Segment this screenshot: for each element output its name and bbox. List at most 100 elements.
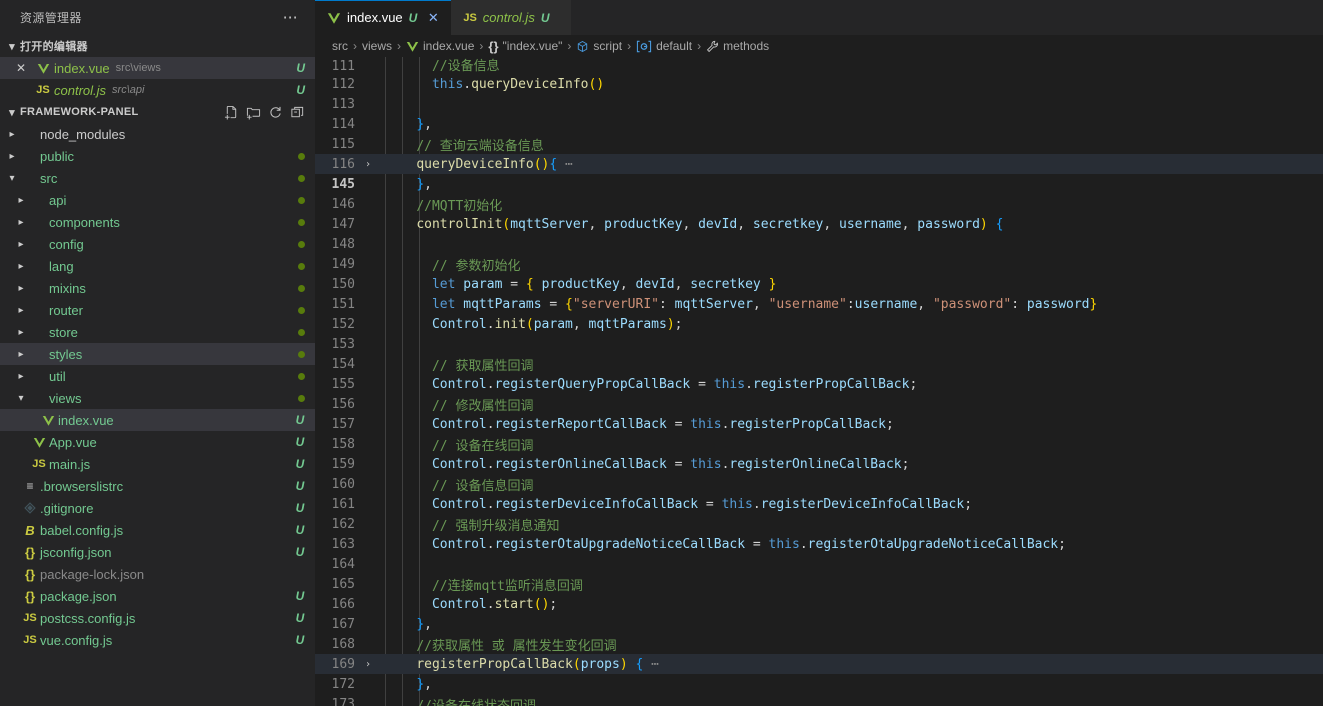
chevron-right-icon[interactable]: ▸ [13, 327, 29, 338]
breadcrumb-item-views[interactable]: views [359, 39, 395, 53]
chevron-right-icon[interactable]: ▸ [4, 151, 20, 162]
code-line-149[interactable]: 149 // 参数初始化 [315, 254, 1323, 274]
breadcrumb-item-src[interactable]: src [329, 39, 351, 53]
tree-item-util[interactable]: ▸ util [0, 365, 315, 387]
fold-chevron-icon[interactable]: › [359, 159, 377, 170]
tree-item-package-json[interactable]: {} package.json U [0, 585, 315, 607]
code-line-162[interactable]: 162 // 强制升级消息通知 [315, 514, 1323, 534]
git-modified-dot [298, 350, 305, 358]
code-line-146[interactable]: 146 //MQTT初始化 [315, 194, 1323, 214]
code-line-114[interactable]: 114 }, [315, 114, 1323, 134]
code-line-167[interactable]: 167 }, [315, 614, 1323, 634]
chevron-right-icon[interactable]: ▸ [13, 349, 29, 360]
chevron-right-icon[interactable]: ▸ [13, 305, 29, 316]
line-number: 113 [331, 96, 355, 112]
code-line-113[interactable]: 113 [315, 94, 1323, 114]
breadcrumb-item-script[interactable]: script [573, 39, 625, 53]
tree-item--browserslistrc[interactable]: ≡ .browserslistrc U [0, 475, 315, 497]
tree-item-main-js[interactable]: JS main.js U [0, 453, 315, 475]
code-line-148[interactable]: 148 [315, 234, 1323, 254]
editor-area: index.vue U ✕ JS control.js U src › views › index… [315, 0, 1323, 706]
code-line-150[interactable]: 150 let param = { productKey, devId, sec… [315, 274, 1323, 294]
code-line-116[interactable]: 116 › queryDeviceInfo(){ ⋯ [315, 154, 1323, 174]
code-line-115[interactable]: 115 // 查询云端设备信息 [315, 134, 1323, 154]
chevron-right-icon[interactable]: ▸ [4, 129, 20, 140]
code-line-145[interactable]: 145 }, [315, 174, 1323, 194]
code-line-152[interactable]: 152 Control.init(param, mqttParams); [315, 314, 1323, 334]
code-text: //MQTT初始化 [416, 198, 503, 214]
tree-item--gitignore[interactable]: .gitignore U [0, 497, 315, 519]
code-line-161[interactable]: 161 Control.registerDeviceInfoCallBack =… [315, 494, 1323, 514]
workspace-section-header[interactable]: ▾ FRAMEWORK-PANEL [0, 101, 315, 123]
new-file-icon[interactable] [221, 102, 241, 122]
tree-item-api[interactable]: ▸ api [0, 189, 315, 211]
code-line-173[interactable]: 173 //设备在线状态回调 [315, 694, 1323, 706]
tree-item-App-vue[interactable]: App.vue U [0, 431, 315, 453]
chevron-down-icon[interactable]: ▾ [13, 393, 29, 404]
close-icon[interactable]: ✕ [425, 10, 441, 26]
tree-item-jsconfig-json[interactable]: {} jsconfig.json U [0, 541, 315, 563]
tree-item-config[interactable]: ▸ config [0, 233, 315, 255]
tree-item-index-vue[interactable]: index.vue U [0, 409, 315, 431]
code-line-147[interactable]: 147 controlInit(mqttServer, productKey, … [315, 214, 1323, 234]
code-line-168[interactable]: 168 //获取属性 或 属性发生变化回调 [315, 634, 1323, 654]
code-line-158[interactable]: 158 // 设备在线回调 [315, 434, 1323, 454]
refresh-icon[interactable] [265, 102, 285, 122]
open-editors-section-header[interactable]: ▾ 打开的编辑器 [0, 35, 315, 57]
tree-item-components[interactable]: ▸ components [0, 211, 315, 233]
code-line-164[interactable]: 164 [315, 554, 1323, 574]
code-line-111[interactable]: 111 //设备信息 [315, 57, 1323, 74]
chevron-right-icon[interactable]: ▸ [13, 371, 29, 382]
code-editor[interactable]: 111 //设备信息 112 this.queryDeviceInfo() 113 1… [315, 57, 1323, 706]
code-line-151[interactable]: 151 let mqttParams = {"serverURI": mqttS… [315, 294, 1323, 314]
fold-chevron-icon[interactable]: › [359, 659, 377, 670]
code-line-155[interactable]: 155 Control.registerQueryPropCallBack = … [315, 374, 1323, 394]
line-number: 159 [331, 456, 355, 472]
code-line-163[interactable]: 163 Control.registerOtaUpgradeNoticeCall… [315, 534, 1323, 554]
tab-control-js[interactable]: JS control.js U [451, 0, 572, 35]
chevron-down-icon[interactable]: ▾ [4, 173, 20, 184]
code-line-165[interactable]: 165 //连接mqtt监听消息回调 [315, 574, 1323, 594]
line-number: 112 [331, 76, 355, 92]
chevron-right-icon[interactable]: ▸ [13, 195, 29, 206]
tree-item-postcss-config-js[interactable]: JS postcss.config.js U [0, 607, 315, 629]
code-line-154[interactable]: 154 // 获取属性回调 [315, 354, 1323, 374]
chevron-right-icon[interactable]: ▸ [13, 239, 29, 250]
code-line-169[interactable]: 169 › registerPropCallBack(props) { ⋯ [315, 654, 1323, 674]
breadcrumb-item-methods[interactable]: methods [703, 39, 772, 53]
code-line-159[interactable]: 159 Control.registerOnlineCallBack = thi… [315, 454, 1323, 474]
code-line-112[interactable]: 112 this.queryDeviceInfo() [315, 74, 1323, 94]
breadcrumb-item-indexvue[interactable]: {} "index.vue" [485, 39, 565, 54]
chevron-right-icon[interactable]: ▸ [13, 217, 29, 228]
chevron-right-icon[interactable]: ▸ [13, 283, 29, 294]
new-folder-icon[interactable] [243, 102, 263, 122]
tree-item-lang[interactable]: ▸ lang [0, 255, 315, 277]
close-icon[interactable]: ✕ [10, 61, 32, 75]
open-editor-item-index-vue[interactable]: ✕ index.vue src\views U [0, 57, 315, 79]
tree-item-vue-config-js[interactable]: JS vue.config.js U [0, 629, 315, 651]
tree-item-node_modules[interactable]: ▸ node_modules [0, 123, 315, 145]
code-line-157[interactable]: 157 Control.registerReportCallBack = thi… [315, 414, 1323, 434]
breadcrumb-item-default[interactable]: default [633, 39, 695, 53]
tree-item-styles[interactable]: ▸ styles [0, 343, 315, 365]
code-line-166[interactable]: 166 Control.start(); [315, 594, 1323, 614]
code-line-172[interactable]: 172 }, [315, 674, 1323, 694]
code-line-160[interactable]: 160 // 设备信息回调 [315, 474, 1323, 494]
tree-item-src[interactable]: ▾ src [0, 167, 315, 189]
open-editor-item-control-js[interactable]: ✕JScontrol.jssrc\apiU [0, 79, 315, 101]
tree-item-views[interactable]: ▾ views [0, 387, 315, 409]
chevron-right-icon[interactable]: ▸ [13, 261, 29, 272]
breadcrumb-item-indexvue[interactable]: index.vue [403, 39, 477, 53]
tree-item-store[interactable]: ▸ store [0, 321, 315, 343]
git-modified-dot [298, 240, 305, 248]
ellipsis-icon[interactable]: ⋯ [275, 10, 307, 25]
collapse-all-icon[interactable] [287, 102, 307, 122]
tree-item-public[interactable]: ▸ public [0, 145, 315, 167]
tab-index-vue[interactable]: index.vue U ✕ [315, 0, 452, 35]
tree-item-router[interactable]: ▸ router [0, 299, 315, 321]
tree-item-mixins[interactable]: ▸ mixins [0, 277, 315, 299]
code-line-153[interactable]: 153 [315, 334, 1323, 354]
tree-item-package-lock-json[interactable]: {} package-lock.json [0, 563, 315, 585]
tree-item-babel-config-js[interactable]: Bbabel.config.js U [0, 519, 315, 541]
code-line-156[interactable]: 156 // 修改属性回调 [315, 394, 1323, 414]
